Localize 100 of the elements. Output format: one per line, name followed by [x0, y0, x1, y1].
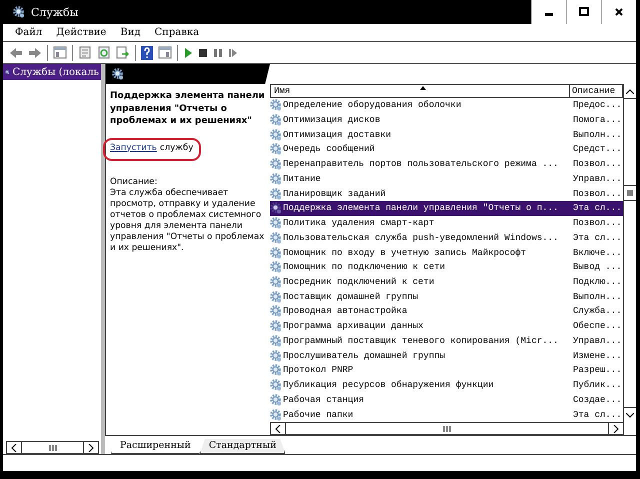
table-row[interactable]: Помощник по входу в учетную запись Майкрософт Включе... — [270, 245, 623, 260]
gear-icon — [270, 305, 282, 318]
table-cell-text: Разреш... — [572, 365, 623, 376]
app-icon — [13, 6, 25, 18]
panel-icon[interactable] — [158, 46, 172, 59]
back-icon[interactable] — [9, 46, 23, 58]
menu-item[interactable]: Файл — [15, 27, 42, 38]
table-cell-text: Измене... — [572, 350, 623, 361]
table-cell: Перенаправитель портов пользовательского режима ... — [283, 159, 558, 170]
close-button[interactable] — [601, 0, 636, 24]
description-text: Эта служба обеспечивает просмотр, отправку и удаление отчетов о проблемах системного уровня для элемента панели управления "Отчеты о проблемах и их решениях". — [110, 188, 266, 254]
action-text: службу — [160, 142, 194, 154]
table-row[interactable]: Политика удаления смарт-карт Позвол... — [270, 216, 623, 230]
table-cell-text: Выполн... — [572, 130, 623, 140]
column-header[interactable]: Имя — [271, 85, 570, 97]
table-cell: Питание — [283, 174, 321, 184]
properties-icon[interactable] — [78, 46, 92, 59]
table-row[interactable]: Протокол PNRP Разреш... — [270, 363, 623, 378]
table-cell: Определение оборудования оболочки — [283, 100, 462, 110]
scroll-bar[interactable] — [6, 441, 99, 454]
table-cell-text: Создае... — [572, 394, 623, 405]
table-cell: Планировщик заданий — [283, 188, 386, 199]
menu-item[interactable]: Вид — [120, 27, 141, 38]
gear-icon — [270, 290, 282, 303]
gear-icon — [270, 172, 282, 185]
export-icon[interactable] — [116, 46, 130, 59]
table-cell-text: Помога... — [572, 114, 623, 125]
start-link[interactable]: Запустить — [110, 142, 157, 154]
table-row[interactable]: Проводная автонастройка Служба... — [270, 304, 623, 319]
table-cell-text: Предос... — [572, 100, 623, 110]
scroll-bar[interactable] — [270, 422, 624, 435]
table-cell: Прослушиватель домашней группы — [283, 350, 446, 361]
table-cell: Проводная автонастройка — [283, 306, 408, 316]
gear-icon — [270, 364, 282, 376]
table-cell-text: Позвол... — [572, 188, 623, 199]
table-cell: Пользовательская служба push-уведомлений Windows... — [283, 232, 558, 243]
table-row[interactable]: Пользовательская служба push-уведомлений Windows... Эта сл... — [270, 230, 623, 246]
table-row[interactable]: Планировщик заданий Позвол... — [270, 186, 623, 201]
table-cell-text: Эта сл... — [572, 410, 623, 420]
tab[interactable]: Стандартный — [200, 439, 286, 454]
table-row[interactable]: Помощник по подключению к сети Вывод ... — [270, 260, 623, 275]
console-tree-icon[interactable] — [53, 46, 67, 59]
play-icon[interactable] — [183, 46, 193, 58]
table-cell-text: Публик... — [572, 380, 623, 390]
help-icon[interactable] — [141, 46, 153, 60]
gear-icon — [112, 68, 124, 80]
gear-icon — [270, 202, 282, 214]
table-row[interactable]: Определение оборудования оболочки Предос... — [270, 98, 623, 113]
table-row[interactable]: Поставщик домашней группы Выполн... — [270, 289, 623, 304]
table-cell: Программный поставщик теневого копирования (Micr... — [283, 336, 558, 346]
table-cell: Публикация ресурсов обнаружения функции — [283, 380, 494, 390]
refresh-icon[interactable] — [97, 46, 111, 59]
menu-item[interactable]: Действие — [56, 27, 106, 38]
table-row[interactable]: Рабочая станция Создае... — [270, 392, 623, 408]
table-row[interactable]: Поддержка элемента панели управления "Отчеты о п... Эта сл... — [270, 200, 623, 216]
table-cell-text: Управл... — [572, 336, 623, 346]
table-cell-text: Служба... — [572, 306, 623, 316]
gear-icon — [270, 246, 282, 258]
table-cell-text: Обеспе... — [572, 321, 623, 332]
gear-icon — [270, 261, 282, 274]
forward-icon[interactable] — [28, 46, 42, 58]
table-row[interactable]: Посредник подключений к сети Подклю... — [270, 274, 623, 290]
table-row[interactable]: Программа архивации данных Обеспе... — [270, 318, 623, 334]
gear-icon — [270, 350, 282, 362]
table-cell-text: Вывод ... — [572, 262, 623, 272]
gear-icon — [270, 276, 282, 288]
column-header[interactable]: Описание — [570, 85, 622, 97]
table-cell: Оптимизация доставки — [283, 130, 392, 140]
table-row[interactable]: Питание Управл... — [270, 171, 623, 186]
table-cell-text: Выполн... — [572, 292, 623, 302]
gear-icon — [270, 217, 282, 230]
menu-item[interactable]: Справка — [154, 27, 200, 38]
table-cell: Рабочая станция — [283, 394, 364, 405]
close-icon — [614, 7, 624, 17]
table-row[interactable]: Очередь сообщений Средст... — [270, 142, 623, 157]
restart-icon[interactable] — [228, 46, 238, 58]
table-row[interactable]: Программный поставщик теневого копирования (Micr... Управл... — [270, 334, 623, 348]
table-cell-text: Эта сл... — [572, 232, 623, 243]
scroll-bar[interactable] — [623, 84, 636, 422]
stop-icon[interactable] — [198, 46, 208, 58]
table-row[interactable]: Публикация ресурсов обнаружения функции Публик... — [270, 378, 623, 392]
service-title: Поддержка элемента панели управления "Отчеты о проблемах и их решениях" — [110, 90, 266, 128]
tab[interactable]: Расширенный — [111, 439, 200, 454]
pause-icon[interactable] — [213, 46, 223, 58]
minimize-button[interactable] — [531, 0, 566, 24]
table-row[interactable]: Оптимизация дисков Помога... — [270, 112, 623, 128]
table-cell-text: Включе... — [572, 248, 623, 258]
gear-icon — [270, 232, 282, 244]
table-row[interactable]: Прослушиватель домашней группы Измене... — [270, 348, 623, 364]
sort-icon — [420, 86, 426, 90]
table-cell: Политика удаления смарт-карт — [283, 218, 434, 228]
maximize-button[interactable] — [566, 0, 601, 24]
tree-item[interactable]: Службы (локаль — [3, 64, 101, 80]
table-cell: Помощник по подключению к сети — [283, 262, 446, 272]
table-row[interactable]: Рабочие папки Эта сл... — [270, 407, 623, 422]
table-cell: Очередь сообщений — [283, 144, 375, 154]
table-row[interactable]: Оптимизация доставки Выполн... — [270, 127, 623, 142]
table-cell: Посредник подключений к сети — [283, 276, 434, 287]
table-row[interactable]: Перенаправитель портов пользовательского режима ... Позвол... — [270, 156, 623, 172]
table-cell: Протокол PNRP — [283, 365, 354, 376]
